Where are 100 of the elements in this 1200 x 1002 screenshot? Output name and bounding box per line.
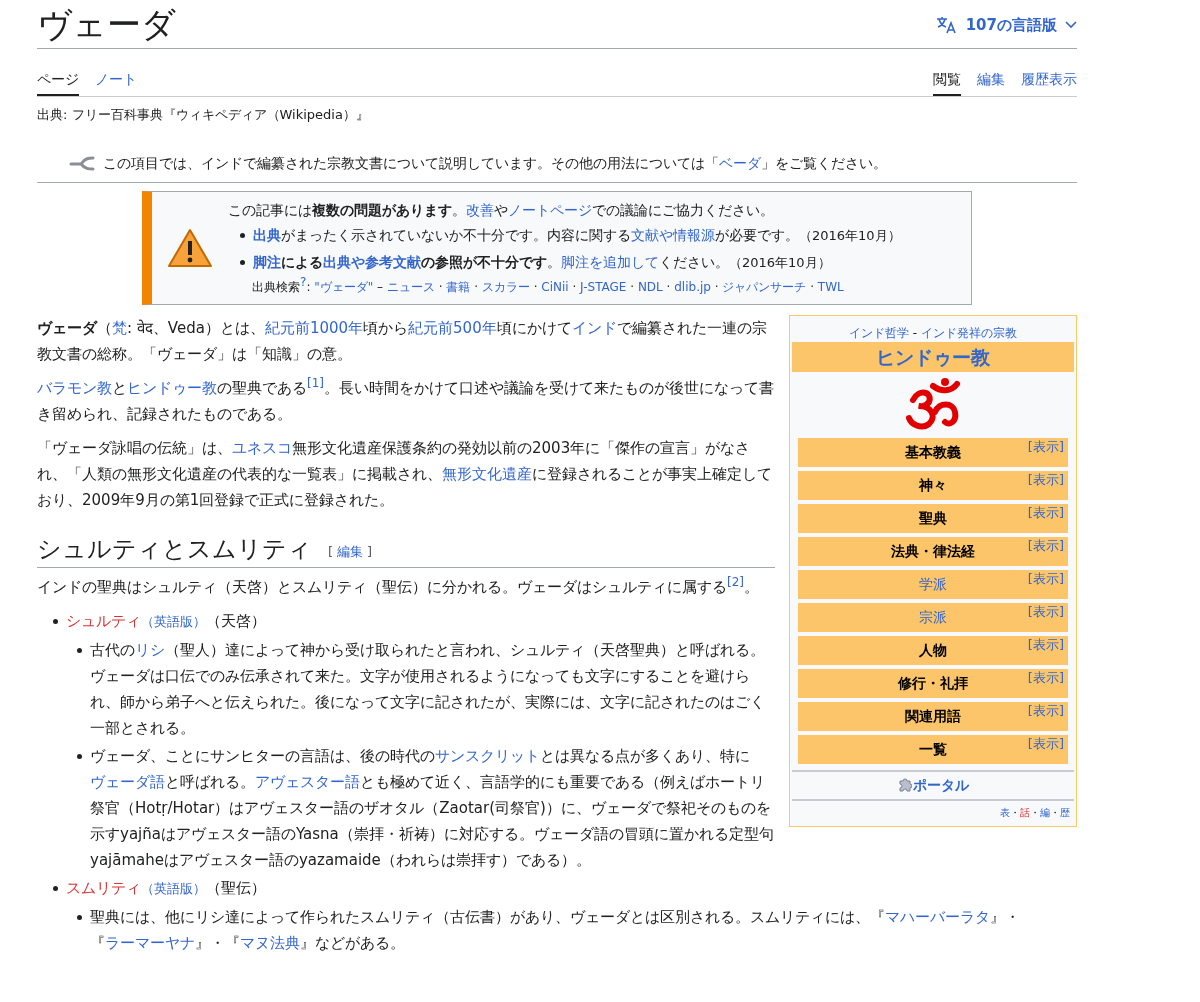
link[interactable]: CiNii [541,279,569,294]
link[interactable]: ノートページ [508,201,592,218]
link[interactable]: J-STAGE [580,279,627,294]
link[interactable]: スカラー [481,279,530,294]
show-toggle[interactable]: [表示] [1027,569,1064,588]
show-toggle[interactable]: [表示] [1027,635,1064,654]
link[interactable]: TWL [817,279,844,294]
bullet-icon [77,914,82,920]
language-button[interactable]: 107の言語版 [935,13,1077,36]
link[interactable]: リシ [135,640,165,659]
list-item-text: スムリティ（英語版）（聖伝） [66,877,266,899]
infobox-title[interactable]: ヒンドゥー教 [792,341,1074,372]
row-label: 聖典 [919,508,947,528]
hatnote: この項目では、インドで編纂された宗教文書について説明しています。その他の用法については「ベーダ」をご覧ください。 [103,153,887,173]
link[interactable]: 改善 [466,201,494,218]
link[interactable]: アヴェスター語 [255,772,360,791]
issue-item: 出典がまったく示されていないか不十分です。内容に関する文献や情報源が必要です。（2016年10月） [253,225,901,245]
list-item-text: シュルティ（英語版）（天啓） [66,610,266,632]
link[interactable]: マハーバーラタ [885,907,990,926]
bullet-icon [53,885,58,891]
show-toggle[interactable]: [表示] [1027,734,1064,753]
link[interactable]: （英語版） [141,613,206,629]
link[interactable]: 編 [1040,806,1050,818]
paragraph: 「ヴェーダ詠唱の伝統」は、ユネスコ無形文化遺産保護条約の発効以前の2003年に「傑作の宣言」がなされ、「人類の無形文化遺産の代表的な一覧表」に掲載され、無形文化遺産に登録されることが事実上確定しており、2009年9月の第1回登録で正式に登録された。 [37,437,773,511]
link[interactable]: マヌ法典 [240,933,300,952]
show-toggle[interactable]: [表示] [1027,470,1064,489]
list-item-text: 古代のリシ（聖人）達によって神から受け取られたと言われ、シュルティ（天啓聖典）と呼ばれる。ヴェーダは口伝でのみ伝承されて来た。文字が使用されるようになっても文字にすることを避けられ、師から弟子へと伝えられた。後になって文字に記されたが、実際には、文字に記されたのはごく一部とされる。 [90,639,766,739]
show-toggle[interactable]: [表示] [1027,503,1064,522]
link[interactable]: ラーマーヤナ [105,933,195,952]
bullet-icon [77,753,82,759]
tab[interactable]: ノート [95,69,137,96]
paragraph: バラモン教と ヒンドゥー教の聖典である$^{[1]}$。長い時間をかけて口述や議論を受けて来たものが後世になって書き留められ、記録されたものである。 [37,374,775,425]
link[interactable]: 表 [1000,806,1010,818]
show-toggle[interactable]: [表示] [1027,437,1064,456]
row-label: 修行・礼拝 [898,673,968,693]
link[interactable]: シュルティ [66,611,141,630]
link[interactable]: 出典や参考文献 [323,253,421,270]
link[interactable]: 話 [1020,806,1030,818]
list-item-text: 聖典には、他にリシ達によって作られたスムリティ（古伝書）があり、ヴェーダとは区別される。スムリティには、『マハーバーラタ』・『ラーマーヤナ』・『マヌ法典』などがある。 [90,906,1021,954]
row-label: 一覧 [919,739,947,759]
link[interactable]: 脚注を追加して [561,253,659,270]
link[interactable]: 無形文化遺産 [442,464,532,483]
link[interactable]: ジャパンサーチ [722,279,807,294]
infobox-above: インド哲学 - インド発祥の宗教 [848,324,1018,342]
source-line: 出典: フリー百科事典『ウィキペディア（Wikipedia）』 [37,106,370,124]
link[interactable]: ヒンドゥー教 [127,378,217,397]
show-toggle[interactable]: [表示] [1027,701,1064,720]
link[interactable]: 脚注 [253,253,281,270]
link[interactable]: サンスクリット [435,746,540,765]
tab[interactable]: 閲覧 [933,69,961,96]
edit-link[interactable]: 編集 [337,542,364,562]
issues-intro: この記事には複数の問題があります。改善やノートページでの議論にご協力ください。 [228,200,775,220]
show-toggle[interactable]: [表示] [1027,668,1064,687]
tab[interactable]: 編集 [977,69,1005,96]
link[interactable]: （英語版） [141,880,206,896]
link[interactable]: "ヴェーダ" [314,279,374,294]
om-symbol-icon [905,377,961,432]
link[interactable]: 出典 [253,226,281,243]
tab[interactable]: ページ [37,69,79,96]
bullet-icon [77,647,82,653]
edit-bracket: ] [367,543,373,561]
link[interactable]: 紀元前500年 [408,318,497,337]
link[interactable]: 文献や情報源 [631,226,715,243]
reference-link[interactable]: [1] [307,375,324,390]
link[interactable]: ユネスコ [232,438,292,457]
reference-link[interactable]: [2] [727,574,744,589]
list-item-text: ヴェーダ、ことにサンヒターの言語は、後の時代のサンスクリット とは異なる点が多くあり、特に ヴェーダ語と呼ばれる。アヴェスター語とも極めて近く、言語学的にも重要である（例えばホートリ祭官（Hotṛ/Hotar）はアヴェスター語のザオタル（Zaotar(司祭官)）に、ヴェーダで祭祀そのものを示すyajñaはアヴェスター語のYasna（崇拝・祈祷）に対応する。ヴェーダ語の冒頭に置かれる定型句yajāmaheはアヴェスター語のyazamaide（われらは崇拝す）である）。 [90,745,775,871]
link[interactable]: ニュース [386,279,435,294]
link[interactable]: 書籍 [446,279,471,294]
row-label: 基本教義 [905,442,961,462]
show-toggle[interactable]: [表示] [1027,536,1064,555]
portal-link[interactable]: ポータル [912,774,969,796]
row-label[interactable]: 学派 [919,573,947,595]
link[interactable]: dlib.jp [674,279,711,294]
link[interactable]: ヴェーダ語 [90,772,165,791]
paragraph: インドの聖典はシュルティ（天啓）とスムリティ（聖伝）に分かれる。ヴェーダはシュルティに属する$^{[2]}$。 [37,573,760,598]
bullet-icon [53,618,58,624]
link[interactable]: NDL [637,279,663,294]
link[interactable]: バラモン教 [37,378,112,397]
tab[interactable]: 履歴表示 [1021,69,1077,96]
puzzle-icon [897,778,912,792]
link[interactable]: インド哲学 [849,325,909,340]
link[interactable]: 歴 [1060,806,1070,818]
link[interactable]: スムリティ [66,878,141,897]
warning-icon [167,227,213,268]
link[interactable]: インド [571,318,617,337]
row-label: 法典・律法経 [891,541,975,561]
issue-item: 脚注による出典や参考文献の参照が不十分です。脚注を追加して ください。（2016年10月） [253,252,831,272]
reference-link[interactable]: ? [300,275,307,289]
link[interactable]: インド発祥の宗教 [921,325,1017,340]
edit-bracket: [ [328,543,334,561]
bullet-icon [240,232,245,238]
page-title: ヴェーダ [37,4,176,44]
link[interactable]: 紀元前1000年 [264,318,364,337]
row-label: 人物 [919,640,947,660]
row-label[interactable]: 宗派 [919,606,947,628]
link[interactable]: ベーダ [719,154,761,171]
row-label: 関連用語 [905,706,961,726]
link[interactable]: 梵 [112,318,127,337]
show-toggle[interactable]: [表示] [1027,602,1064,621]
